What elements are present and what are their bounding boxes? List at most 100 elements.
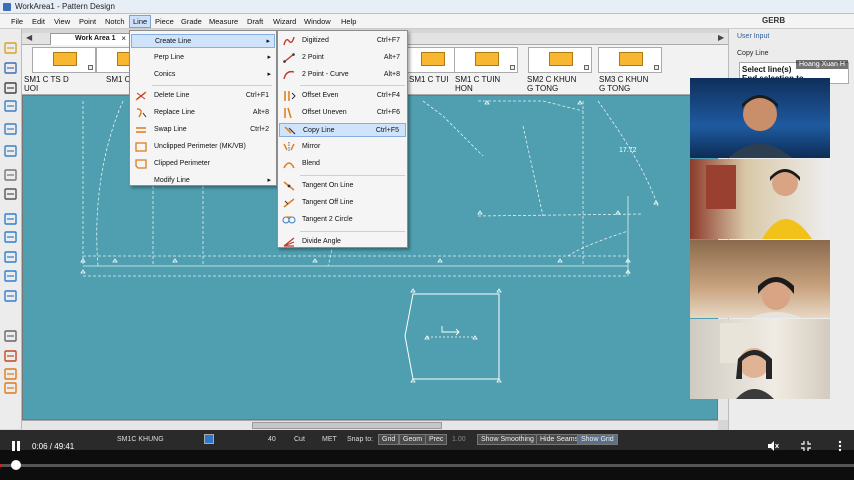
progress-scrubber[interactable]: [11, 460, 21, 470]
hide-seams-button[interactable]: Hide Seams: [536, 434, 583, 445]
redo-icon[interactable]: [3, 144, 18, 158]
menu-piece[interactable]: Piece: [152, 16, 177, 27]
create-line-item-digitized[interactable]: Digitized Ctrl+F7: [279, 34, 406, 48]
line-menu-item-swap-line[interactable]: Swap Line Ctrl+2: [131, 123, 275, 137]
menu-file[interactable]: File: [8, 16, 26, 27]
line-menu-item-create-line[interactable]: Create Line ▸: [131, 34, 275, 48]
create-line-item-tangent-off-line[interactable]: Tangent Off Line: [279, 196, 406, 210]
pause-icon[interactable]: [10, 440, 22, 452]
line-menu-item-clipped-perimeter[interactable]: Clipped Perimeter: [131, 157, 275, 171]
piece-checkbox[interactable]: [584, 65, 589, 70]
menu-item-label: Divide Angle: [302, 238, 341, 245]
show-smoothing-button[interactable]: Show Smoothing: [477, 434, 538, 445]
snap-prec-button[interactable]: Prec: [425, 434, 448, 445]
create-line-item-offset-even[interactable]: Offset Even Ctrl+F4: [279, 89, 406, 103]
menu-point[interactable]: Point: [76, 16, 99, 27]
panel-subtitle: Copy Line: [737, 50, 769, 57]
clipboard-icon[interactable]: [3, 329, 18, 343]
menu-separator: [152, 85, 272, 86]
menu-item-label: Offset Uneven: [302, 109, 347, 116]
piece-shape-icon: [53, 52, 77, 66]
status-color-swatch[interactable]: [204, 434, 214, 446]
piece-label: SM1 C TUI: [409, 75, 448, 84]
tab-scroll-left-arrow[interactable]: ◀: [26, 33, 32, 42]
save-icon[interactable]: [3, 61, 18, 75]
progress-bar[interactable]: [0, 464, 854, 467]
fullscreen-exit-icon[interactable]: [800, 440, 812, 452]
pen-icon[interactable]: [3, 187, 18, 201]
menu-measure[interactable]: Measure: [206, 16, 241, 27]
piece-thumbnail[interactable]: [454, 47, 518, 73]
create-line-item-offset-uneven[interactable]: Offset Uneven Ctrl+F6: [279, 106, 406, 120]
more-options-icon[interactable]: [834, 440, 846, 452]
line-menu-item-conics[interactable]: Conics ▸: [131, 68, 275, 82]
menu-wizard[interactable]: Wizard: [270, 16, 299, 27]
snap-geom-button[interactable]: Geom: [399, 434, 427, 445]
create-line-item-copy-line[interactable]: Copy Line Ctrl+F5: [279, 123, 406, 137]
create-line-item-tangent-on-line[interactable]: Tangent On Line: [279, 179, 406, 193]
zoom-fit-icon[interactable]: [3, 269, 18, 283]
hand-icon[interactable]: [3, 168, 18, 182]
menu-window[interactable]: Window: [301, 16, 334, 27]
piece-thumbnail[interactable]: [528, 47, 592, 73]
menu-grade[interactable]: Grade: [178, 16, 205, 27]
create-line-item-2-point-curve[interactable]: 2 Point - Curve Alt+8: [279, 68, 406, 82]
menu-draft[interactable]: Draft: [244, 16, 266, 27]
menu-item-label: Unclipped Perimeter (MK/VB): [154, 143, 246, 150]
zoom-piece-icon[interactable]: [3, 289, 18, 303]
grid-icon[interactable]: [3, 99, 18, 113]
menu-help[interactable]: Help: [338, 16, 359, 27]
line-menu-item-replace-line[interactable]: Replace Line Alt+8: [131, 106, 275, 120]
snap-grid-button[interactable]: Grid: [378, 434, 400, 445]
create-line-item-2-point[interactable]: 2 Point Alt+7: [279, 51, 406, 65]
tab-scroll-right-arrow[interactable]: ▶: [718, 33, 724, 42]
print-icon[interactable]: [3, 81, 18, 95]
menu-item-label: Clipped Perimeter: [154, 160, 211, 167]
create-line-item-blend[interactable]: Blend: [279, 157, 406, 171]
tab-close-icon[interactable]: ×: [121, 34, 126, 43]
show-grid-button[interactable]: Show Grid: [577, 434, 618, 445]
mirror-icon: [282, 141, 296, 153]
selected-piece[interactable]: [404, 288, 502, 383]
piece-checkbox[interactable]: [88, 65, 93, 70]
line-menu-item-delete-line[interactable]: Delete Line Ctrl+F1: [131, 89, 275, 103]
zoom-window-icon[interactable]: [3, 250, 18, 264]
piece-checkbox[interactable]: [510, 65, 515, 70]
open-folder-icon[interactable]: [3, 41, 18, 55]
menu-edit[interactable]: Edit: [29, 16, 48, 27]
piece-thumbnail[interactable]: [32, 47, 96, 73]
offset-even-icon: [282, 90, 296, 102]
horizontal-scrollbar[interactable]: [22, 420, 718, 430]
status-units[interactable]: MET: [322, 436, 337, 443]
panel-header: User Input: [737, 33, 770, 40]
tab-label: Work Area 1: [75, 35, 116, 42]
status-cut[interactable]: Cut: [294, 436, 305, 443]
line-menu-item-unclipped-perimeter-mk-vb[interactable]: Unclipped Perimeter (MK/VB): [131, 140, 275, 154]
menu-view[interactable]: View: [51, 16, 73, 27]
video-tile-2: [690, 159, 830, 239]
digitized-icon: [282, 35, 296, 47]
line-menu-item-modify-line[interactable]: Modify Line ▸: [131, 174, 275, 188]
menu-notch[interactable]: Notch: [102, 16, 128, 27]
create-line-item-divide-angle[interactable]: Divide Angle: [279, 235, 406, 249]
line-menu-item-perp-line[interactable]: Perp Line ▸: [131, 51, 275, 65]
close-icon[interactable]: [3, 381, 18, 395]
piece-checkbox[interactable]: [654, 65, 659, 70]
cut-icon[interactable]: [3, 349, 18, 363]
scrollbar-thumb[interactable]: [252, 422, 442, 429]
copy-line-icon: [283, 125, 297, 137]
time-display: 0:06 / 49:41: [32, 442, 75, 451]
menu-line[interactable]: Line: [129, 15, 152, 28]
status-value[interactable]: 40: [268, 436, 276, 443]
create-line-item-tangent-2-circle[interactable]: Tangent 2 Circle: [279, 213, 406, 227]
menu-item-label: Digitized: [302, 37, 329, 44]
delete-icon[interactable]: [3, 367, 18, 381]
menu-item-label: Blend: [302, 160, 320, 167]
zoom-out-icon[interactable]: [3, 230, 18, 244]
undo-icon[interactable]: [3, 122, 18, 136]
tab-work-area-1[interactable]: Work Area 1 ×: [50, 33, 130, 45]
piece-thumbnail[interactable]: [598, 47, 662, 73]
zoom-in-icon[interactable]: [3, 212, 18, 226]
mute-icon[interactable]: [767, 440, 779, 452]
create-line-item-mirror[interactable]: Mirror: [279, 140, 406, 154]
